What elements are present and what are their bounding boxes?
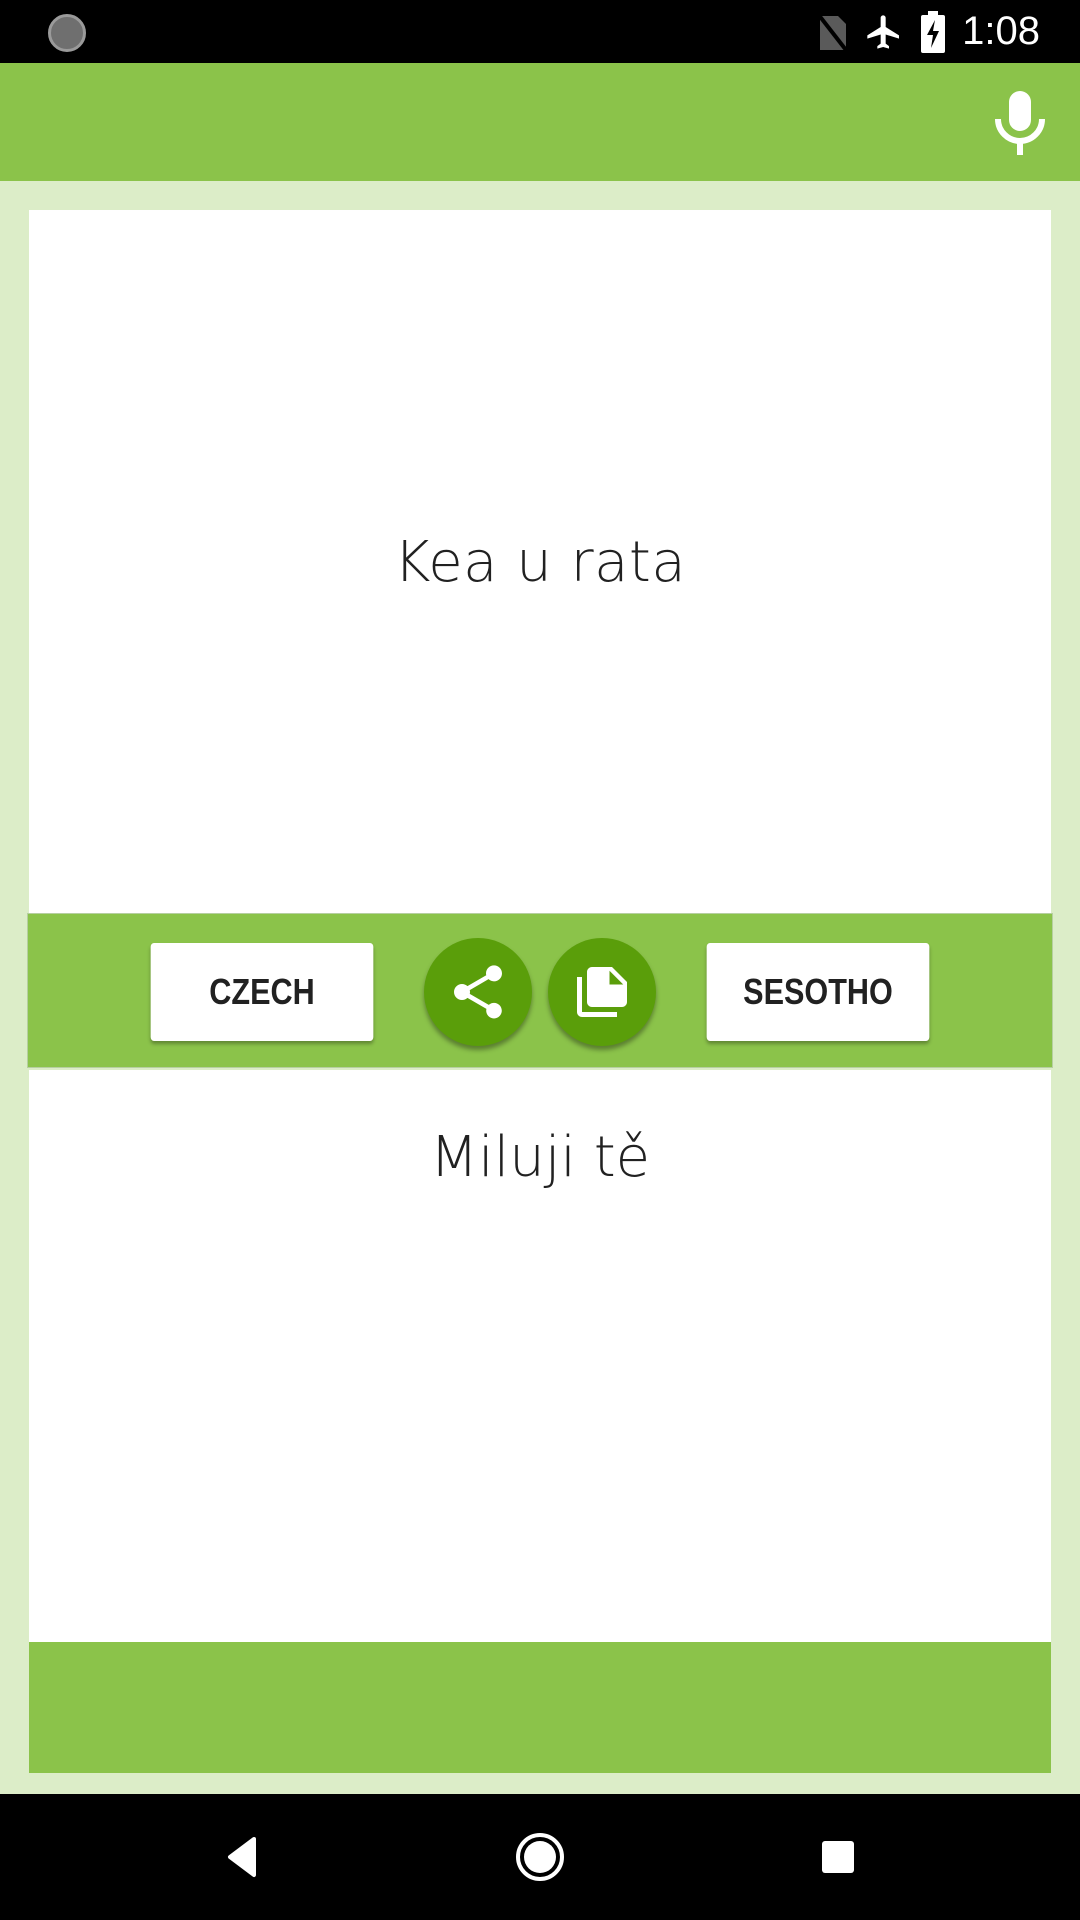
translated-text-panel: Miluji tě xyxy=(29,1070,1051,1642)
app-bar xyxy=(0,63,1080,181)
source-language-label: CZECH xyxy=(209,971,315,1012)
microphone-icon xyxy=(995,91,1045,155)
status-icons: 1:08 xyxy=(816,0,1040,63)
voice-input-button[interactable] xyxy=(984,87,1056,159)
home-button[interactable] xyxy=(510,1827,570,1887)
home-icon xyxy=(516,1833,564,1881)
copy-icon xyxy=(577,967,627,1017)
airplane-mode-icon xyxy=(867,14,900,49)
copy-button[interactable] xyxy=(548,938,656,1046)
navigation-bar xyxy=(0,1794,1080,1920)
recents-button[interactable] xyxy=(808,1827,868,1887)
source-text: Kea u rata xyxy=(393,529,687,595)
language-toolbar: CZECH SESOTHO xyxy=(27,913,1053,1068)
status-time: 1:08 xyxy=(962,9,1040,53)
no-sim-icon xyxy=(816,12,848,51)
translated-text: Miluji tě xyxy=(429,1125,651,1190)
target-language-button[interactable]: SESOTHO xyxy=(706,943,930,1041)
battery-charging-icon xyxy=(921,10,946,53)
source-text-panel[interactable]: Kea u rata xyxy=(29,210,1051,914)
back-icon xyxy=(228,1837,256,1877)
ad-banner[interactable] xyxy=(29,1642,1051,1773)
recents-icon xyxy=(822,1841,854,1873)
share-button[interactable] xyxy=(424,938,532,1046)
source-language-button[interactable]: CZECH xyxy=(150,943,374,1041)
loading-spinner-icon xyxy=(48,14,86,52)
target-language-label: SESOTHO xyxy=(743,971,893,1012)
status-bar: 1:08 xyxy=(0,0,1080,63)
back-button[interactable] xyxy=(212,1827,272,1887)
share-icon xyxy=(454,965,502,1019)
